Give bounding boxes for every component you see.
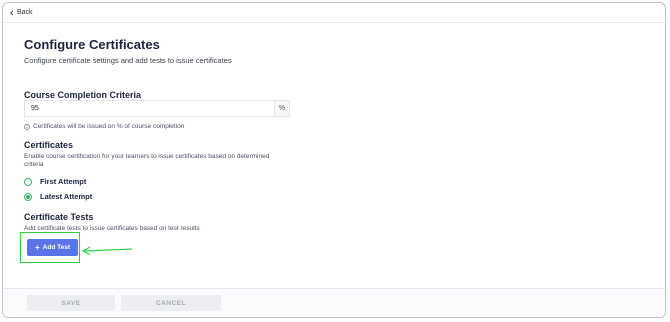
certificate-tests-title: Certificate Tests <box>24 212 94 222</box>
certificates-title: Certificates <box>24 140 74 150</box>
page-subtitle: Configure certificate settings and add t… <box>24 56 232 65</box>
completion-criteria-title: Course Completion Criteria <box>24 90 142 100</box>
back-label: Back <box>17 9 33 16</box>
certificate-tests-description: Add certificate tests to issue certifica… <box>24 225 200 232</box>
radio-button-selected[interactable] <box>24 192 32 201</box>
completion-info-text: Certificates will be issued on % of cour… <box>33 123 185 130</box>
chevron-left-icon <box>10 10 14 15</box>
footer-bar: SAVE CANCEL <box>3 288 665 317</box>
top-bar: Back <box>3 3 665 23</box>
completion-info: Certificates will be issued on % of cour… <box>24 123 184 130</box>
percent-suffix: % <box>274 101 289 116</box>
app-window: Back Configure Certificates Configure ce… <box>2 2 666 318</box>
radio-latest-attempt[interactable]: Latest Attempt <box>24 192 92 201</box>
cancel-button[interactable]: CANCEL <box>121 295 221 311</box>
certificates-description: Enable course certification for your lea… <box>24 153 270 168</box>
radio-label: Latest Attempt <box>40 192 93 201</box>
radio-label: First Attempt <box>40 177 87 186</box>
add-test-label: Add Test <box>42 244 70 251</box>
main-content: Configure Certificates Configure certifi… <box>24 37 304 232</box>
page-title: Configure Certificates <box>24 37 160 52</box>
add-test-button[interactable]: + Add Test <box>27 239 78 256</box>
radio-first-attempt[interactable]: First Attempt <box>24 177 86 186</box>
save-button[interactable]: SAVE <box>27 295 115 311</box>
back-link[interactable]: Back <box>9 9 33 16</box>
completion-percentage-input[interactable] <box>25 101 274 116</box>
completion-criteria-field: % <box>24 100 290 117</box>
radio-selected-dot <box>26 194 30 199</box>
plus-icon: + <box>35 242 40 252</box>
info-icon <box>24 123 30 130</box>
radio-button[interactable] <box>24 177 32 186</box>
annotation-arrow-icon <box>81 246 133 256</box>
